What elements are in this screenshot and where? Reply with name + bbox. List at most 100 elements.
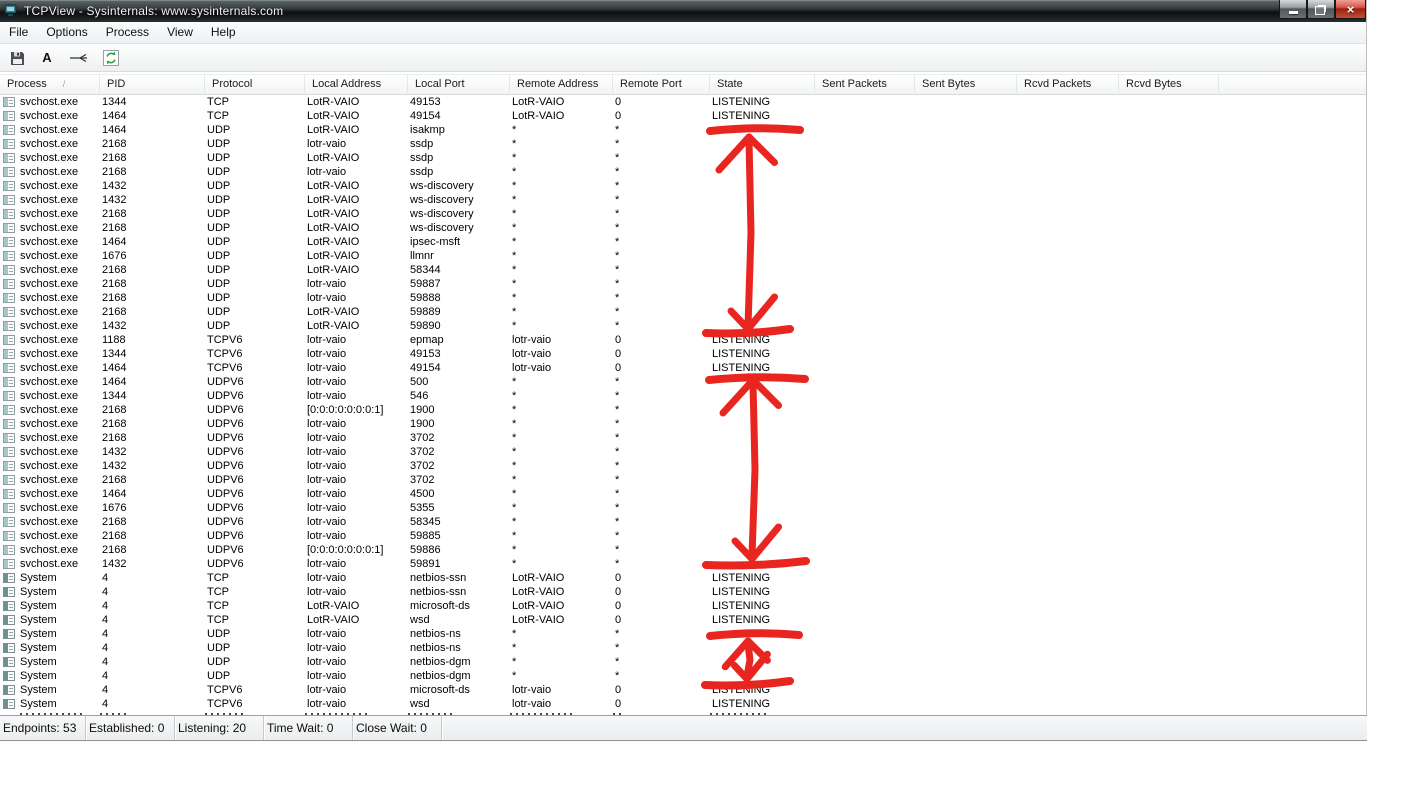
menu-item-file[interactable]: File [0, 22, 37, 43]
column-header-sent_packets[interactable]: Sent Packets [815, 75, 915, 93]
process-window-icon [3, 181, 15, 191]
column-header-rcvd_packets[interactable]: Rcvd Packets [1017, 75, 1119, 93]
sent_packets-cell [815, 319, 915, 333]
column-header-local_address[interactable]: Local Address [305, 75, 408, 93]
table-row[interactable]: System4TCPV6lotr-vaiowsdlotr-vaio0LISTEN… [0, 697, 1366, 711]
state-cell [710, 123, 815, 137]
table-row[interactable]: svchost.exe1464UDPLotR-VAIOipsec-msft** [0, 235, 1366, 249]
table-row[interactable]: svchost.exe1432UDPLotR-VAIO59890** [0, 319, 1366, 333]
refresh-button[interactable] [102, 48, 120, 68]
process-name: svchost.exe [20, 375, 78, 389]
table-row[interactable]: svchost.exe1432UDPV6lotr-vaio59891** [0, 557, 1366, 571]
table-row[interactable]: svchost.exe1432UDPLotR-VAIOws-discovery*… [0, 193, 1366, 207]
table-row[interactable]: svchost.exe1344TCPLotR-VAIO49153LotR-VAI… [0, 95, 1366, 109]
column-header-remote_address[interactable]: Remote Address [510, 75, 613, 93]
column-header-process[interactable]: Process/ [0, 75, 100, 93]
table-row[interactable]: System4UDPlotr-vaionetbios-dgm** [0, 655, 1366, 669]
table-row[interactable]: svchost.exe2168UDPlotr-vaio59888** [0, 291, 1366, 305]
minimize-icon [1289, 11, 1298, 14]
menu-item-view[interactable]: View [158, 22, 202, 43]
connection-states-button[interactable] [68, 48, 90, 68]
table-row[interactable]: svchost.exe1432UDPV6lotr-vaio3702** [0, 445, 1366, 459]
table-row[interactable]: svchost.exe2168UDPLotR-VAIO58344** [0, 263, 1366, 277]
title-bar[interactable]: TCPView - Sysinternals: www.sysinternals… [0, 0, 1366, 22]
table-row[interactable]: System4UDPlotr-vaionetbios-ns** [0, 641, 1366, 655]
rcvd_bytes-cell [1119, 557, 1219, 571]
rcvd_packets-cell [1017, 571, 1119, 585]
table-row[interactable]: svchost.exe1464UDPV6lotr-vaio4500** [0, 487, 1366, 501]
column-header-rcvd_bytes[interactable]: Rcvd Bytes [1119, 75, 1219, 93]
menu-item-process[interactable]: Process [97, 22, 158, 43]
table-row[interactable]: svchost.exe1344UDPV6lotr-vaio546** [0, 389, 1366, 403]
table-row[interactable]: svchost.exe1344TCPV6lotr-vaio49153lotr-v… [0, 347, 1366, 361]
maximize-button[interactable] [1307, 0, 1335, 19]
table-row[interactable]: svchost.exe1464UDPLotR-VAIOisakmp** [0, 123, 1366, 137]
table-row[interactable]: svchost.exe1676UDPV6lotr-vaio5355** [0, 501, 1366, 515]
remote_port-cell: 0 [613, 599, 710, 613]
table-row[interactable]: System4TCPlotr-vaionetbios-ssnLotR-VAIO0… [0, 585, 1366, 599]
column-header-pid[interactable]: PID [100, 75, 205, 93]
table-row[interactable]: svchost.exe2168UDPlotr-vaiossdp** [0, 165, 1366, 179]
table-row[interactable]: svchost.exe2168UDPV6lotr-vaio1900** [0, 417, 1366, 431]
process-window-icon [3, 279, 15, 289]
process-name: svchost.exe [20, 445, 78, 459]
rcvd_bytes-cell [1119, 109, 1219, 123]
rcvd_packets-cell [1017, 165, 1119, 179]
menu-item-options[interactable]: Options [37, 22, 96, 43]
state-cell [710, 445, 815, 459]
menu-item-help[interactable]: Help [202, 22, 245, 43]
table-row[interactable]: System4TCPV6lotr-vaiomicrosoft-dslotr-va… [0, 683, 1366, 697]
table-row[interactable]: svchost.exe2168UDPlotr-vaio59887** [0, 277, 1366, 291]
table-row[interactable]: svchost.exe2168UDPV6lotr-vaio59885** [0, 529, 1366, 543]
state-cell [710, 193, 815, 207]
rcvd_packets-cell [1017, 585, 1119, 599]
close-button[interactable]: × [1335, 0, 1366, 19]
table-row[interactable]: svchost.exe1432UDPLotR-VAIOws-discovery*… [0, 179, 1366, 193]
table-row[interactable]: svchost.exe1188TCPV6lotr-vaioepmaplotr-v… [0, 333, 1366, 347]
sent_bytes-cell [915, 333, 1017, 347]
table-row[interactable]: System4UDPlotr-vaionetbios-ns** [0, 627, 1366, 641]
table-row[interactable]: svchost.exe2168UDPV6lotr-vaio3702** [0, 473, 1366, 487]
state-cell [710, 473, 815, 487]
local_port-cell: llmnr [408, 249, 510, 263]
state-cell [710, 627, 815, 641]
minimize-button[interactable] [1279, 0, 1307, 19]
table-row[interactable]: svchost.exe2168UDPLotR-VAIO59889** [0, 305, 1366, 319]
state-cell [710, 207, 815, 221]
table-row[interactable]: svchost.exe2168UDPV6lotr-vaio58345** [0, 515, 1366, 529]
column-header-state[interactable]: State [710, 75, 815, 93]
table-row[interactable]: svchost.exe1464UDPV6lotr-vaio500** [0, 375, 1366, 389]
table-row[interactable]: System4TCPLotR-VAIOmicrosoft-dsLotR-VAIO… [0, 599, 1366, 613]
process-window-icon [3, 475, 15, 485]
table-row[interactable]: svchost.exe2168UDPLotR-VAIOssdp** [0, 151, 1366, 165]
rcvd_packets-cell [1017, 599, 1119, 613]
remote_port-cell: * [613, 529, 710, 543]
local_port-cell: 59886 [408, 543, 510, 557]
column-header-local_port[interactable]: Local Port [408, 75, 510, 93]
table-row[interactable]: svchost.exe1464TCPLotR-VAIO49154LotR-VAI… [0, 109, 1366, 123]
table-row[interactable]: svchost.exe1676UDPLotR-VAIOllmnr** [0, 249, 1366, 263]
table-row[interactable]: System4TCPlotr-vaionetbios-ssnLotR-VAIO0… [0, 571, 1366, 585]
table-row[interactable]: svchost.exe2168UDPV6[0:0:0:0:0:0:0:1]190… [0, 403, 1366, 417]
state-cell [710, 221, 815, 235]
column-header-remote_port[interactable]: Remote Port [613, 75, 710, 93]
save-button[interactable] [8, 48, 26, 68]
sort-indicator-icon: / [63, 79, 66, 89]
table-row[interactable]: svchost.exe2168UDPV6[0:0:0:0:0:0:0:1]598… [0, 543, 1366, 557]
table-row[interactable]: System4TCPLotR-VAIOwsdLotR-VAIO0LISTENIN… [0, 613, 1366, 627]
table-row[interactable]: svchost.exe2168UDPlotr-vaiossdp** [0, 137, 1366, 151]
remote_port-cell: * [613, 669, 710, 683]
pid-cell: 2168 [100, 151, 205, 165]
resolve-addresses-button[interactable]: A [38, 48, 56, 68]
table-row[interactable]: System4UDPlotr-vaionetbios-dgm** [0, 669, 1366, 683]
table-row[interactable]: svchost.exe2168UDPV6lotr-vaio3702** [0, 431, 1366, 445]
table-row[interactable]: svchost.exe1464TCPV6lotr-vaio49154lotr-v… [0, 361, 1366, 375]
process-window-icon [3, 377, 15, 387]
table-row[interactable]: svchost.exe1432UDPV6lotr-vaio3702** [0, 459, 1366, 473]
table-row[interactable]: svchost.exe2168UDPLotR-VAIOws-discovery*… [0, 207, 1366, 221]
sent_bytes-cell [915, 417, 1017, 431]
column-header-protocol[interactable]: Protocol [205, 75, 305, 93]
table-row[interactable]: svchost.exe2168UDPLotR-VAIOws-discovery*… [0, 221, 1366, 235]
column-header-sent_bytes[interactable]: Sent Bytes [915, 75, 1017, 93]
sent_bytes-cell [915, 95, 1017, 109]
